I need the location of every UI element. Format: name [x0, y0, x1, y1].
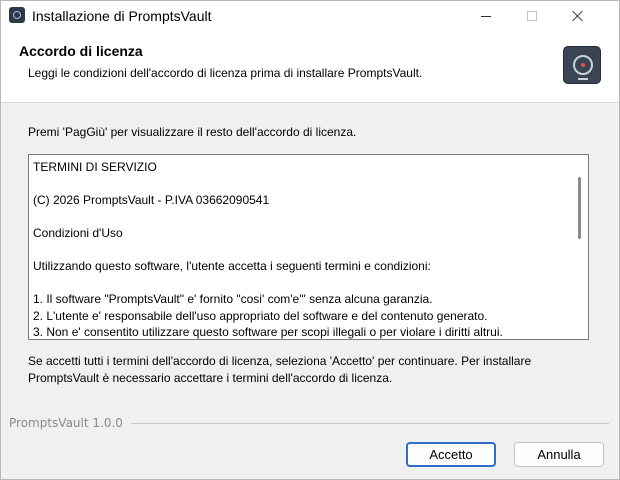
- license-scrollbar[interactable]: [571, 155, 588, 339]
- vault-logo-icon: [563, 46, 601, 84]
- minimize-icon: [481, 15, 491, 17]
- license-line: (C) 2026 PromptsVault - P.IVA 0366209054…: [33, 193, 270, 207]
- license-content: TERMINI DI SERVIZIO (C) 2026 PromptsVaul…: [33, 159, 569, 339]
- page-header: Accordo di licenza Leggi le condizioni d…: [1, 31, 619, 103]
- close-icon: [572, 10, 584, 22]
- branding-divider: [131, 423, 609, 424]
- license-line: 1. Il software "PromptsVault" e' fornito…: [33, 292, 433, 306]
- license-instruction: Premi 'PagGiù' per visualizzare il resto…: [28, 125, 357, 139]
- license-line: 3. Non e' consentito utilizzare questo s…: [33, 325, 503, 339]
- page-title: Accordo di licenza: [19, 43, 143, 59]
- maximize-icon: [527, 11, 537, 21]
- cancel-button[interactable]: Annulla: [514, 442, 604, 467]
- branding-text: PromptsVault 1.0.0: [9, 416, 123, 430]
- license-line: Condizioni d'Uso: [33, 226, 123, 240]
- installer-window: Installazione di PromptsVault Accordo di…: [0, 0, 620, 480]
- maximize-button: [509, 1, 555, 31]
- accept-instruction: Se accetti tutti i termini dell'accordo …: [28, 354, 532, 385]
- close-button[interactable]: [555, 1, 601, 31]
- window-title: Installazione di PromptsVault: [32, 8, 212, 24]
- license-line: 2. L'utente e' responsabile dell'uso app…: [33, 308, 488, 323]
- scrollbar-thumb[interactable]: [578, 177, 581, 239]
- title-bar[interactable]: Installazione di PromptsVault: [1, 1, 619, 31]
- vault-icon: [9, 7, 25, 23]
- page-subtitle: Leggi le condizioni dell'accordo di lice…: [28, 66, 423, 80]
- license-line: Utilizzando questo software, l'utente ac…: [33, 259, 431, 273]
- license-line: TERMINI DI SERVIZIO: [33, 160, 157, 174]
- minimize-button[interactable]: [463, 1, 509, 31]
- license-text-box[interactable]: TERMINI DI SERVIZIO (C) 2026 PromptsVaul…: [28, 154, 589, 340]
- accept-button[interactable]: Accetto: [406, 442, 496, 467]
